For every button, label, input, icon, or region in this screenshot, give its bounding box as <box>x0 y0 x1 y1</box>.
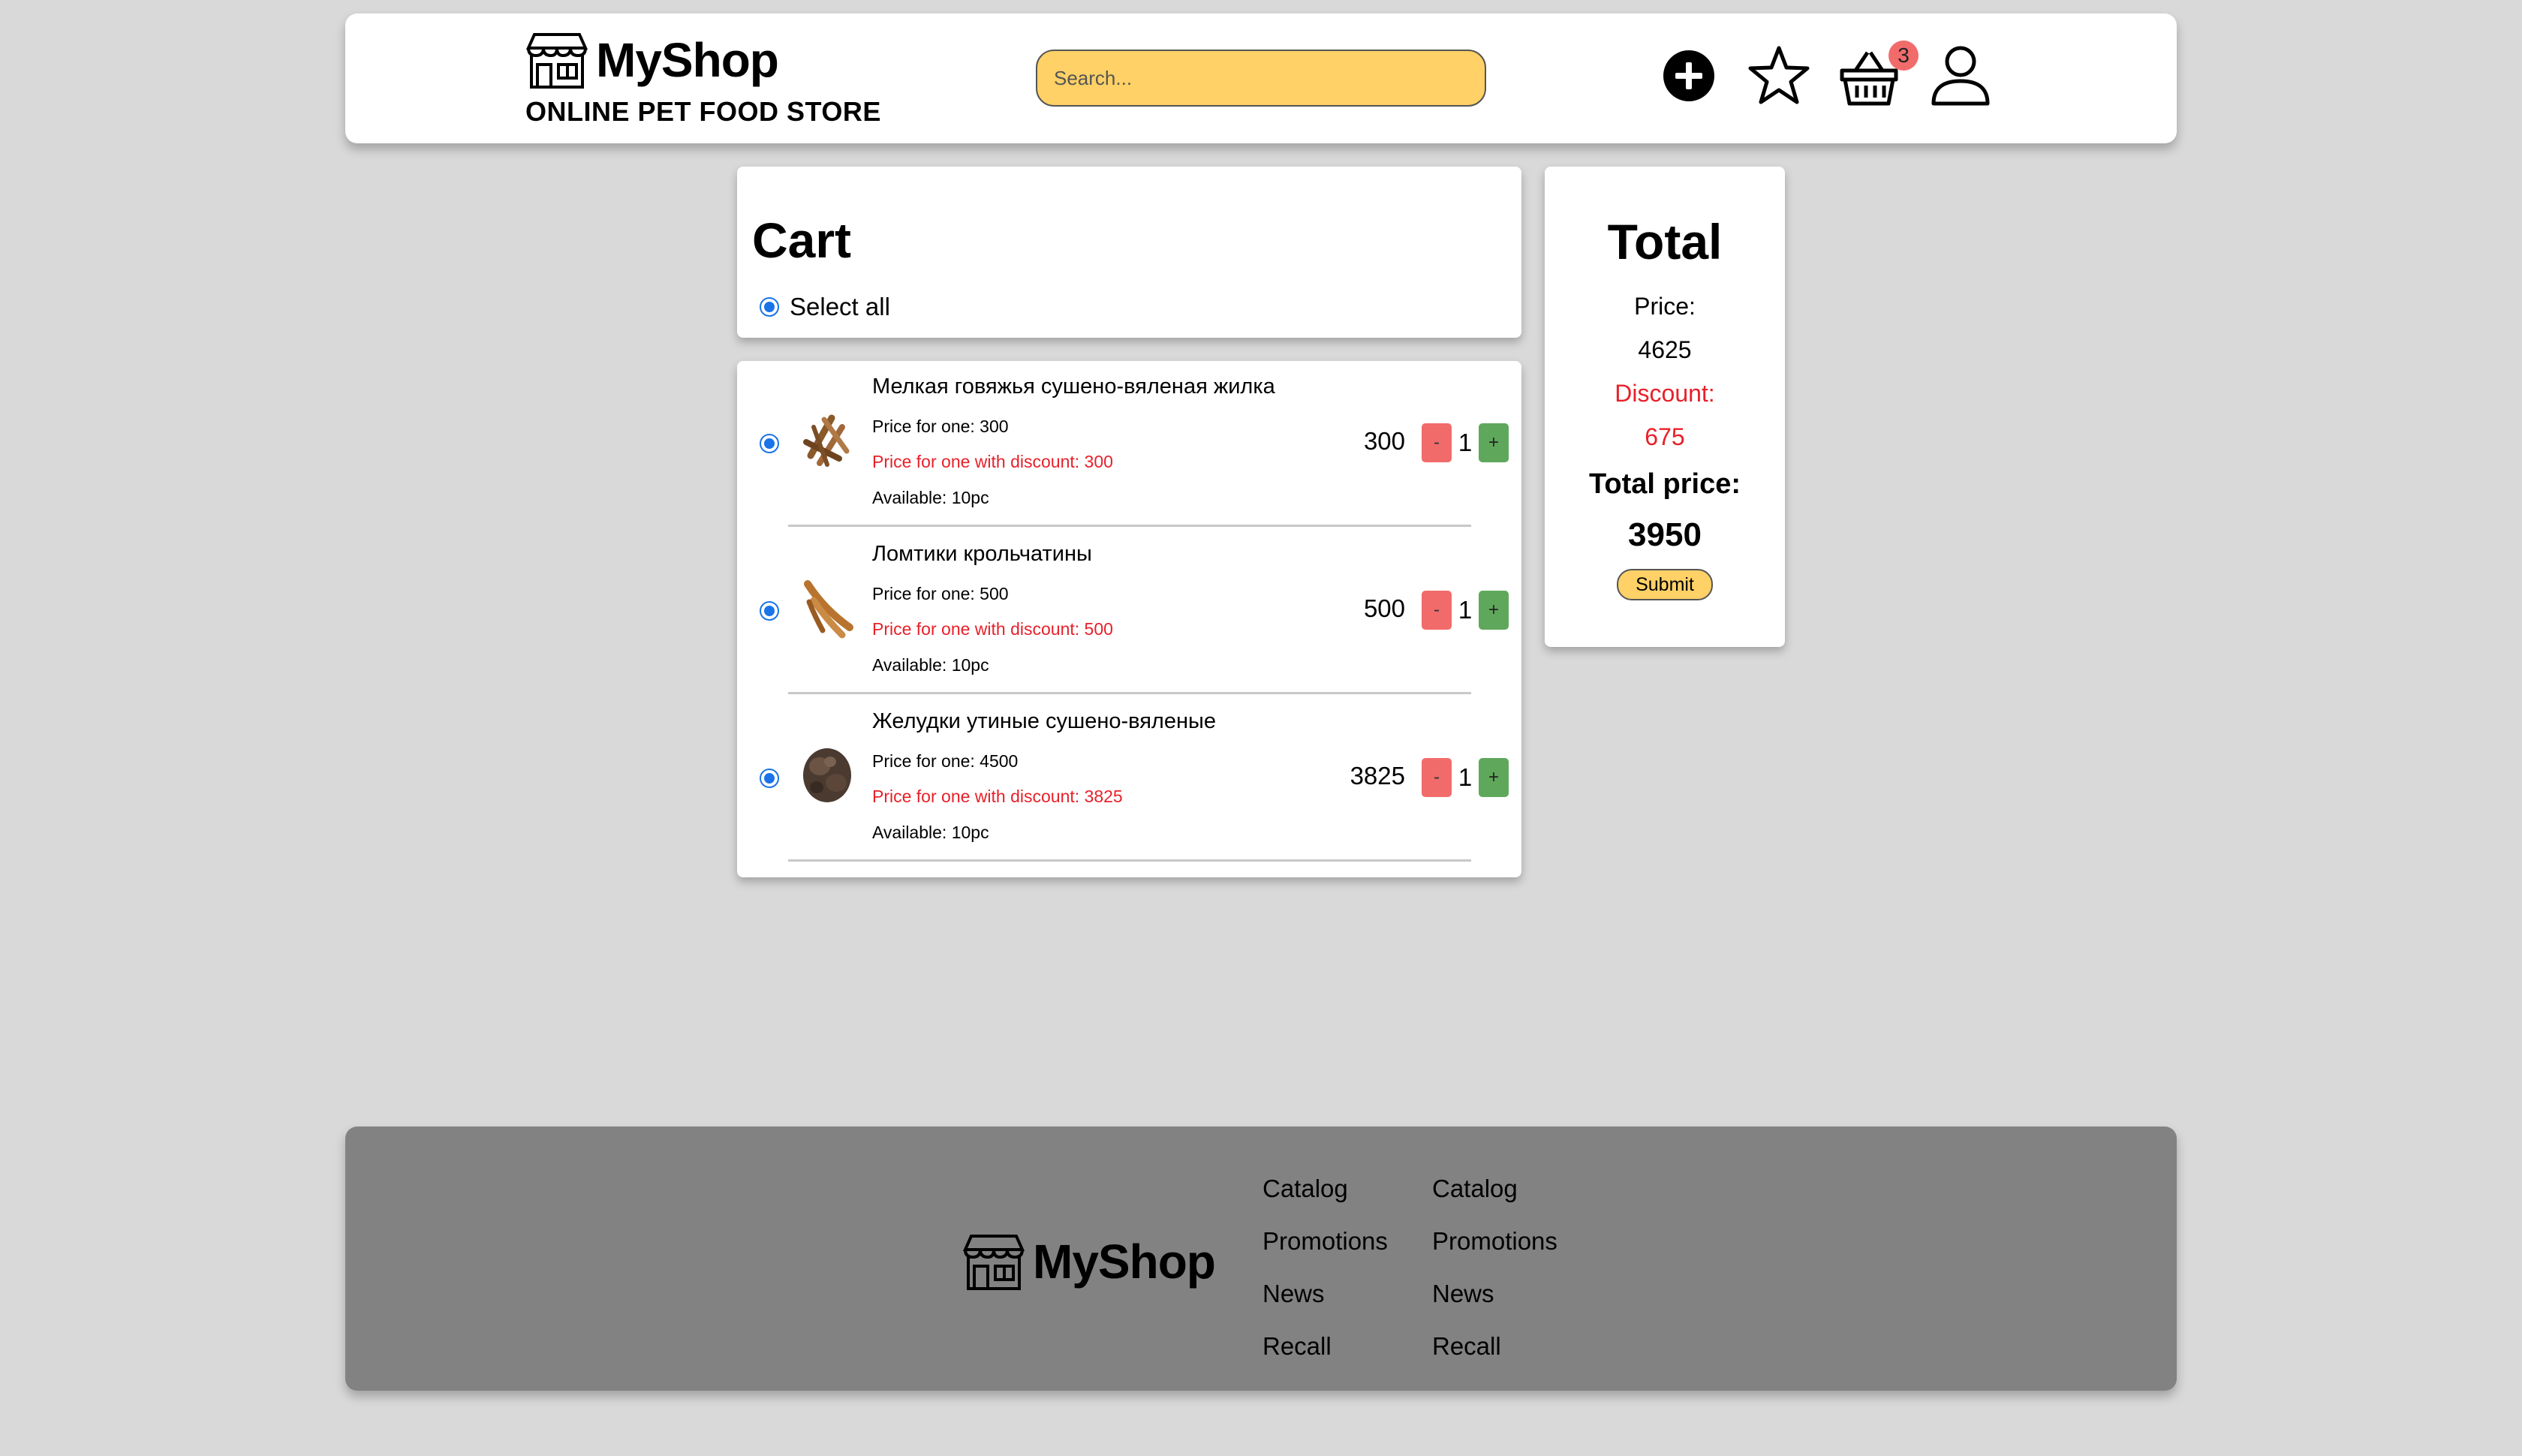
star-icon <box>1748 46 1810 104</box>
item-divider <box>788 692 1471 694</box>
brand-logo[interactable]: MyShop <box>525 30 779 90</box>
product-image <box>804 580 853 639</box>
total-price-label: Total price: <box>1589 468 1741 500</box>
discount-value: 675 <box>1645 423 1685 450</box>
item-price: Price for one: 300 <box>872 417 1009 436</box>
footer-links-column-2: Catalog Promotions News Recall <box>1432 1163 1557 1373</box>
footer-link-recall[interactable]: Recall <box>1263 1320 1388 1373</box>
footer-link-recall[interactable]: Recall <box>1432 1320 1557 1373</box>
item-select-radio[interactable] <box>760 601 779 621</box>
item-discount-price: Price for one with discount: 500 <box>872 619 1113 639</box>
store-subtitle: ONLINE PET FOOD STORE <box>525 96 881 127</box>
add-button[interactable] <box>1663 50 1715 102</box>
search-input[interactable] <box>1036 50 1486 107</box>
item-discount-price: Price for one with discount: 300 <box>872 452 1113 471</box>
item-availability: Available: 10pc <box>872 488 989 507</box>
decrease-qty-button[interactable]: - <box>1422 423 1452 462</box>
shop-icon <box>525 33 588 89</box>
item-select-radio[interactable] <box>760 769 779 788</box>
site-footer: MyShop Catalog Promotions News Recall Ca… <box>345 1127 2177 1391</box>
item-sum: 500 <box>1363 594 1405 622</box>
select-all-label[interactable]: Select all <box>790 293 890 321</box>
cart-title: Cart <box>752 212 852 268</box>
increase-qty-button[interactable]: + <box>1479 758 1509 797</box>
shop-icon <box>962 1235 1025 1290</box>
item-name: Желудки утиные сушено-вяленые <box>872 709 1216 733</box>
site-header: MyShop ONLINE PET FOOD STORE Search... 3 <box>345 14 2177 143</box>
select-all-radio[interactable] <box>760 297 779 317</box>
discount-label: Discount: <box>1615 380 1715 407</box>
footer-link-news[interactable]: News <box>1263 1268 1388 1320</box>
footer-links-column-1: Catalog Promotions News Recall <box>1263 1163 1388 1373</box>
item-name: Мелкая говяжья сушено-вяленая жилка <box>872 375 1275 399</box>
item-quantity: 1 <box>1458 429 1473 456</box>
total-price-value: 3950 <box>1628 516 1702 553</box>
item-quantity: 1 <box>1458 596 1473 624</box>
user-icon <box>1931 46 1990 106</box>
item-discount-price: Price for one with discount: 3825 <box>872 787 1123 806</box>
decrease-qty-button[interactable]: - <box>1422 591 1452 630</box>
decrease-qty-button[interactable]: - <box>1422 758 1452 797</box>
item-availability: Available: 10pc <box>872 823 989 842</box>
cart-button[interactable]: 3 <box>1839 41 1919 108</box>
increase-qty-button[interactable]: + <box>1479 423 1509 462</box>
cart-header-panel: Cart Select all <box>737 167 1521 338</box>
item-quantity: 1 <box>1458 763 1473 791</box>
favorites-button[interactable] <box>1747 44 1810 107</box>
cart-count-badge: 3 <box>1888 41 1919 71</box>
product-image <box>803 414 850 467</box>
footer-brand-logo[interactable]: MyShop <box>962 1232 1216 1292</box>
price-value: 4625 <box>1638 336 1692 363</box>
footer-link-news[interactable]: News <box>1432 1268 1557 1320</box>
cart-item: Ломтики крольчатины Price for one: 500 P… <box>737 528 1521 696</box>
price-label: Price: <box>1634 293 1696 320</box>
footer-brand-name: MyShop <box>1033 1235 1216 1289</box>
product-image <box>803 748 851 802</box>
item-sum: 300 <box>1363 427 1405 455</box>
plus-circle-icon <box>1663 50 1714 101</box>
cart-items-panel: Мелкая говяжья сушено-вяленая жилка Pric… <box>737 361 1521 877</box>
footer-link-promotions[interactable]: Promotions <box>1432 1215 1557 1268</box>
item-select-radio[interactable] <box>760 434 779 453</box>
item-name: Ломтики крольчатины <box>872 542 1092 566</box>
item-sum: 3825 <box>1350 762 1405 790</box>
item-divider <box>788 859 1471 862</box>
footer-link-catalog[interactable]: Catalog <box>1432 1163 1557 1215</box>
total-title: Total <box>1607 214 1723 269</box>
item-divider <box>788 525 1471 527</box>
submit-button[interactable]: Submit <box>1617 569 1713 600</box>
profile-button[interactable] <box>1929 44 1992 107</box>
cart-item: Мелкая говяжья сушено-вяленая жилка Pric… <box>737 361 1521 528</box>
order-total-panel: Total Price: 4625 Discount: 675 Total pr… <box>1545 167 1785 647</box>
item-availability: Available: 10pc <box>872 655 989 675</box>
footer-link-catalog[interactable]: Catalog <box>1263 1163 1388 1215</box>
increase-qty-button[interactable]: + <box>1479 591 1509 630</box>
item-price: Price for one: 500 <box>872 584 1009 603</box>
footer-link-promotions[interactable]: Promotions <box>1263 1215 1388 1268</box>
item-price: Price for one: 4500 <box>872 751 1019 771</box>
brand-name: MyShop <box>596 33 779 87</box>
cart-item: Желудки утиные сушено-вяленые Price for … <box>737 696 1521 863</box>
